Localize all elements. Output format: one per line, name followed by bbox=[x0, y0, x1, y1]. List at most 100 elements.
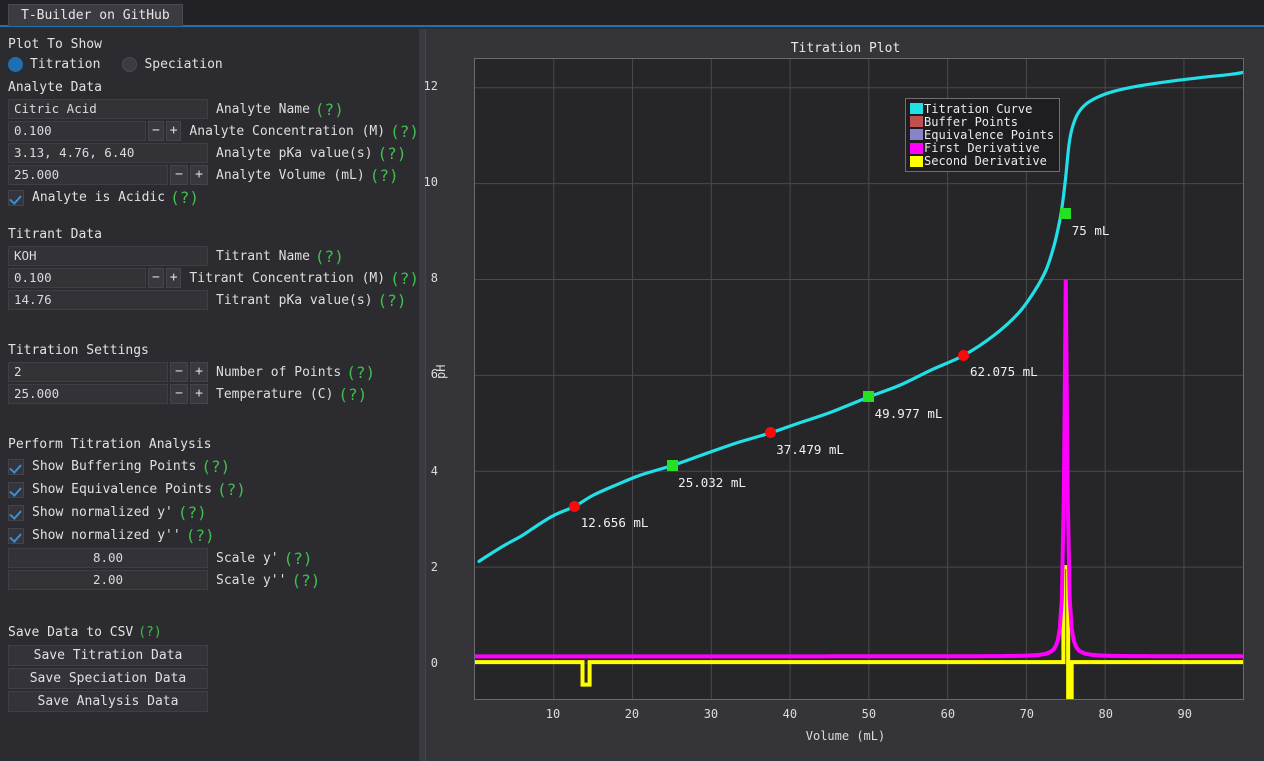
titrant-pka-input[interactable]: 14.76 bbox=[8, 290, 208, 310]
legend-label: Titration Curve bbox=[924, 102, 1032, 116]
titrant-name-help-icon[interactable]: (?) bbox=[315, 247, 344, 266]
temperature-input[interactable]: 25.000 bbox=[8, 384, 168, 404]
tab-github-link[interactable]: T-Builder on GitHub bbox=[8, 4, 183, 26]
scale-y2-row: 2.00 Scale y'' (?) bbox=[0, 569, 419, 591]
show-normalized-y1-help-icon[interactable]: (?) bbox=[178, 503, 207, 522]
x-axis-tick: 10 bbox=[533, 707, 573, 721]
save-speciation-data-button[interactable]: Save Speciation Data bbox=[8, 668, 208, 689]
titrant-data-heading: Titrant Data bbox=[0, 223, 419, 245]
titration-settings-heading: Titration Settings bbox=[0, 339, 419, 361]
scale-y1-help-icon[interactable]: (?) bbox=[284, 549, 313, 568]
y-axis-tick: 12 bbox=[398, 79, 438, 93]
x-axis-tick: 80 bbox=[1086, 707, 1126, 721]
titrant-concentration-decrement[interactable]: − bbox=[148, 268, 164, 288]
scale-y2-label: Scale y'' bbox=[216, 573, 286, 588]
analyte-volume-decrement[interactable]: − bbox=[170, 165, 188, 185]
analyte-concentration-increment[interactable]: + bbox=[166, 121, 182, 141]
show-buffering-points-help-icon[interactable]: (?) bbox=[201, 457, 230, 476]
scale-y2-help-icon[interactable]: (?) bbox=[291, 571, 320, 590]
y-axis-tick: 4 bbox=[398, 464, 438, 478]
analyte-concentration-label: Analyte Concentration (M) bbox=[189, 124, 385, 139]
temperature-help-icon[interactable]: (?) bbox=[338, 385, 367, 404]
x-axis-tick: 40 bbox=[770, 707, 810, 721]
analyte-concentration-decrement[interactable]: − bbox=[148, 121, 164, 141]
x-axis-tick: 20 bbox=[612, 707, 652, 721]
equivalence-point-marker-label: 25.032 mL bbox=[678, 475, 746, 490]
scale-y2-input[interactable]: 2.00 bbox=[8, 570, 208, 590]
titrant-pka-help-icon[interactable]: (?) bbox=[378, 291, 407, 310]
analyte-name-row: Citric Acid Analyte Name (?) bbox=[0, 98, 419, 120]
analyte-acidic-help-icon[interactable]: (?) bbox=[170, 188, 199, 207]
legend-label: Buffer Points bbox=[924, 115, 1018, 129]
radio-speciation[interactable] bbox=[122, 57, 137, 72]
buffer-point-marker[interactable] bbox=[569, 501, 580, 512]
analysis-heading: Perform Titration Analysis bbox=[0, 433, 419, 455]
analyte-pka-input[interactable]: 3.13, 4.76, 6.40 bbox=[8, 143, 208, 163]
temperature-label: Temperature (C) bbox=[216, 387, 333, 402]
analyte-name-input[interactable]: Citric Acid bbox=[8, 99, 208, 119]
titrant-name-input[interactable]: KOH bbox=[8, 246, 208, 266]
show-normalized-y2-label: Show normalized y'' bbox=[32, 528, 181, 543]
spacer-3 bbox=[0, 405, 419, 433]
checkbox-analyte-is-acidic[interactable] bbox=[8, 190, 24, 206]
y-axis-tick: 8 bbox=[398, 271, 438, 285]
buffer-point-marker-label: 37.479 mL bbox=[776, 442, 844, 457]
legend-item: First Derivative bbox=[910, 142, 1054, 155]
checkbox-show-normalized-y1[interactable] bbox=[8, 505, 24, 521]
radio-titration[interactable] bbox=[8, 57, 23, 72]
save-titration-data-button[interactable]: Save Titration Data bbox=[8, 645, 208, 666]
number-of-points-input[interactable]: 2 bbox=[8, 362, 168, 382]
save-analysis-data-button[interactable]: Save Analysis Data bbox=[8, 691, 208, 712]
radio-speciation-label: Speciation bbox=[144, 57, 222, 72]
show-normalized-y2-help-icon[interactable]: (?) bbox=[186, 526, 215, 545]
legend-item: Second Derivative bbox=[910, 155, 1054, 168]
plot-area[interactable] bbox=[474, 58, 1244, 700]
number-of-points-decrement[interactable]: − bbox=[170, 362, 188, 382]
x-axis-tick: 90 bbox=[1165, 707, 1205, 721]
equivalence-point-marker[interactable] bbox=[863, 391, 874, 402]
show-buffering-points-label: Show Buffering Points bbox=[32, 459, 196, 474]
analyte-concentration-input[interactable]: 0.100 bbox=[8, 121, 146, 141]
legend-swatch-icon bbox=[910, 116, 923, 127]
y-axis-tick: 6 bbox=[398, 367, 438, 381]
plot-title: Titration Plot bbox=[426, 41, 1264, 56]
show-equivalence-points-help-icon[interactable]: (?) bbox=[217, 480, 246, 499]
equivalence-point-marker[interactable] bbox=[1060, 208, 1071, 219]
equivalence-point-marker[interactable] bbox=[667, 460, 678, 471]
titrant-concentration-label: Titrant Concentration (M) bbox=[189, 271, 385, 286]
number-of-points-help-icon[interactable]: (?) bbox=[346, 363, 375, 382]
analyte-volume-increment[interactable]: + bbox=[190, 165, 208, 185]
analyte-pka-help-icon[interactable]: (?) bbox=[378, 144, 407, 163]
show-normalized-y1-label: Show normalized y' bbox=[32, 505, 173, 520]
scale-y1-input[interactable]: 8.00 bbox=[8, 548, 208, 568]
legend-label: First Derivative bbox=[924, 141, 1040, 155]
analyte-volume-help-icon[interactable]: (?) bbox=[370, 166, 399, 185]
temperature-decrement[interactable]: − bbox=[170, 384, 188, 404]
show-normalized-y2-row: Show normalized y'' (?) bbox=[0, 524, 419, 547]
titrant-concentration-increment[interactable]: + bbox=[166, 268, 182, 288]
analyte-volume-row: 25.000 − + Analyte Volume (mL) (?) bbox=[0, 164, 419, 186]
analyte-name-help-icon[interactable]: (?) bbox=[315, 100, 344, 119]
titrant-concentration-input[interactable]: 0.100 bbox=[8, 268, 146, 288]
number-of-points-increment[interactable]: + bbox=[190, 362, 208, 382]
spacer-1 bbox=[0, 209, 419, 223]
legend-swatch-icon bbox=[910, 129, 923, 140]
temperature-increment[interactable]: + bbox=[190, 384, 208, 404]
show-equivalence-points-row: Show Equivalence Points (?) bbox=[0, 478, 419, 501]
save-help-icon[interactable]: (?) bbox=[138, 625, 161, 640]
equivalence-point-marker-label: 49.977 mL bbox=[875, 406, 943, 421]
spacer-2 bbox=[0, 311, 419, 339]
checkbox-show-buffering-points[interactable] bbox=[8, 459, 24, 475]
checkbox-show-equivalence-points[interactable] bbox=[8, 482, 24, 498]
y-axis-tick: 0 bbox=[398, 656, 438, 670]
analyte-name-label: Analyte Name bbox=[216, 102, 310, 117]
checkbox-show-normalized-y2[interactable] bbox=[8, 528, 24, 544]
analyte-pka-row: 3.13, 4.76, 6.40 Analyte pKa value(s) (?… bbox=[0, 142, 419, 164]
title-bar: T-Builder on GitHub bbox=[0, 0, 1264, 27]
scale-y1-row: 8.00 Scale y' (?) bbox=[0, 547, 419, 569]
legend-swatch-icon bbox=[910, 156, 923, 167]
analyte-volume-input[interactable]: 25.000 bbox=[8, 165, 168, 185]
analyte-concentration-help-icon[interactable]: (?) bbox=[390, 122, 419, 141]
save-heading-text: Save Data to CSV bbox=[8, 625, 133, 640]
plot-legend: Titration CurveBuffer PointsEquivalence … bbox=[905, 98, 1060, 172]
